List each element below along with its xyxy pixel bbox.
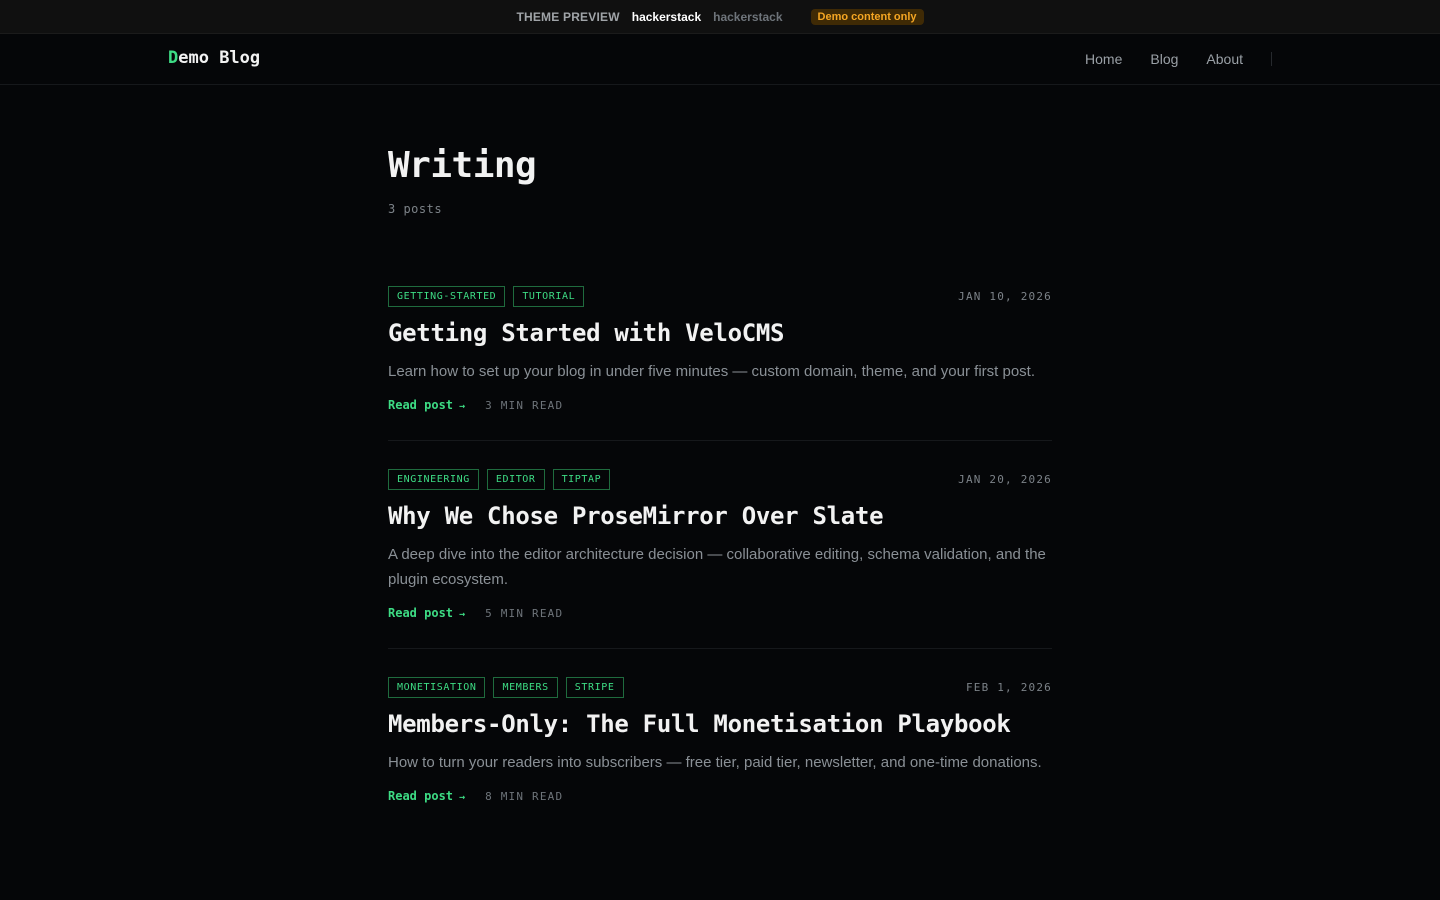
post-tags: ENGINEERING EDITOR TIPTAP [388, 469, 618, 490]
post-excerpt: Learn how to set up your blog in under f… [388, 363, 1035, 380]
site-logo[interactable]: Demo Blog [168, 48, 260, 68]
post-list: GETTING-STARTED TUTORIAL JAN 10, 2026 Ge… [388, 286, 1052, 831]
read-post-label: Read post [388, 789, 454, 803]
post-count: 3 posts [388, 202, 443, 216]
main-nav: Home Blog About [1057, 51, 1272, 67]
post-date: JAN 20, 2026 [958, 473, 1052, 486]
post-item: MONETISATION MEMBERS STRIPE FEB 1, 2026 … [388, 677, 1052, 831]
post-tags: MONETISATION MEMBERS STRIPE [388, 677, 632, 698]
logo-first-letter: D [168, 48, 179, 68]
theme-preview-label: THEME PREVIEW [516, 9, 620, 24]
read-time: 8 MIN READ [485, 789, 564, 803]
arrow-right-icon: → [459, 401, 466, 412]
post-title[interactable]: Getting Started with VeloCMS [388, 317, 1052, 349]
nav-divider [1271, 52, 1272, 66]
theme-option-active[interactable]: hackerstack [632, 10, 701, 24]
demo-content-badge: Demo content only [810, 8, 924, 25]
post-date: FEB 1, 2026 [965, 681, 1052, 694]
post-tag[interactable]: TUTORIAL [513, 286, 585, 307]
post-title[interactable]: Why We Chose ProseMirror Over Slate [388, 500, 1052, 532]
theme-option[interactable]: hackerstack [713, 10, 782, 24]
post-tag[interactable]: MEMBERS [493, 677, 558, 698]
read-post-link[interactable]: Read post → [388, 606, 465, 620]
post-item: GETTING-STARTED TUTORIAL JAN 10, 2026 Ge… [388, 286, 1052, 441]
post-tag[interactable]: TIPTAP [552, 469, 611, 490]
post-excerpt: How to turn your readers into subscriber… [388, 754, 1042, 771]
main-content: Writing 3 posts GETTING-STARTED TUTORIAL… [388, 86, 1052, 859]
post-date: JAN 10, 2026 [958, 290, 1052, 303]
read-time: 3 MIN READ [485, 398, 564, 412]
read-time: 5 MIN READ [485, 606, 564, 620]
site-header: Demo Blog Home Blog About [0, 34, 1440, 85]
read-post-label: Read post [388, 606, 454, 620]
post-title[interactable]: Members-Only: The Full Monetisation Play… [388, 708, 1052, 740]
read-post-link[interactable]: Read post → [388, 789, 465, 803]
read-post-link[interactable]: Read post → [388, 398, 465, 412]
post-tag[interactable]: ENGINEERING [388, 469, 479, 490]
nav-link-blog[interactable]: Blog [1150, 51, 1178, 67]
post-tag[interactable]: EDITOR [486, 469, 545, 490]
post-tag[interactable]: GETTING-STARTED [388, 286, 506, 307]
arrow-right-icon: → [459, 609, 466, 620]
logo-text: emo Blog [178, 48, 261, 68]
page-title: Writing [388, 145, 537, 186]
nav-link-about[interactable]: About [1206, 51, 1243, 67]
arrow-right-icon: → [459, 792, 466, 803]
post-tag[interactable]: STRIPE [565, 677, 624, 698]
post-excerpt: A deep dive into the editor architecture… [388, 546, 1046, 588]
post-tags: GETTING-STARTED TUTORIAL [388, 286, 592, 307]
read-post-label: Read post [388, 398, 454, 412]
theme-preview-bar: THEME PREVIEW hackerstack hackerstack De… [0, 0, 1440, 34]
nav-link-home[interactable]: Home [1085, 51, 1122, 67]
post-item: ENGINEERING EDITOR TIPTAP JAN 20, 2026 W… [388, 469, 1052, 649]
post-tag[interactable]: MONETISATION [388, 677, 486, 698]
